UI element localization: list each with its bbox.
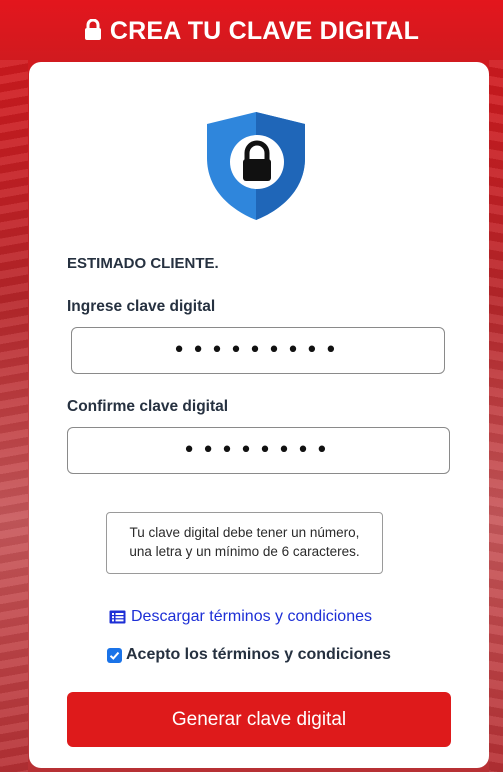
accept-terms-checkbox[interactable] — [107, 647, 122, 663]
document-list-icon — [109, 610, 126, 624]
generate-key-label: Generar clave digital — [171, 708, 347, 730]
shield-lock-icon — [207, 112, 305, 220]
page-title: CREA TU CLAVE DIGITAL — [109, 16, 420, 45]
form-card: ESTIMADO CLIENTE. Ingrese clave digital … — [29, 62, 489, 768]
password-label: Ingrese clave digital — [67, 298, 216, 315]
page-header: CREA TU CLAVE DIGITAL — [0, 0, 503, 62]
password-hint: Tu clave digital debe tener un número, u… — [106, 512, 383, 574]
hint-line-1: Tu clave digital debe tener un número, — [129, 525, 360, 540]
greeting-text: ESTIMADO CLIENTE. — [67, 255, 219, 272]
password-input[interactable]: ••••••••• — [71, 327, 445, 374]
check-icon — [109, 651, 120, 660]
accept-terms-row[interactable]: Acepto los términos y condiciones — [107, 646, 391, 664]
hint-line-2: una letra y un mínimo de 6 caracteres. — [129, 544, 360, 559]
confirm-password-input[interactable]: •••••••• — [67, 427, 450, 474]
download-terms-link[interactable]: Descargar términos y condiciones — [109, 608, 372, 626]
confirm-password-label: Confirme clave digital — [67, 398, 229, 415]
generate-key-button[interactable]: Generar clave digital — [67, 692, 451, 747]
background-right — [489, 60, 503, 772]
background-left — [0, 60, 28, 772]
lock-icon — [84, 18, 101, 40]
accept-terms-label: Acepto los términos y condiciones — [126, 646, 391, 663]
download-terms-label[interactable]: Descargar términos y condiciones — [131, 608, 372, 626]
